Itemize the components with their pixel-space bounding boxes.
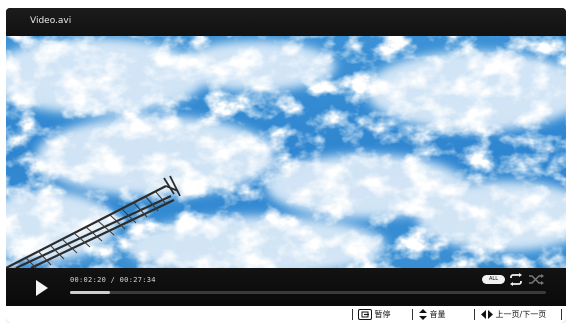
repeat-mode-badge[interactable]: ALL <box>482 275 505 284</box>
key-hint-bar: 暂停 音量 上一页/下一页 <box>6 306 566 323</box>
hint-separator <box>352 309 353 320</box>
video-frame <box>6 36 566 268</box>
seek-bar[interactable] <box>70 291 546 294</box>
current-time: 00:02:20 <box>70 276 107 284</box>
hint-separator <box>561 309 562 320</box>
video-viewport[interactable] <box>6 36 566 268</box>
video-player-window: Video.avi 00:02:20 / 00:27:34 ALL 暂停 音量 … <box>6 8 566 323</box>
title-bar: Video.avi <box>6 8 566 36</box>
hint-separator <box>412 309 413 320</box>
time-separator: / <box>110 276 116 284</box>
repeat-icon[interactable] <box>508 273 524 286</box>
left-right-arrows-icon <box>481 310 493 319</box>
time-display: 00:02:20 / 00:27:34 <box>70 276 156 284</box>
up-down-arrows-icon <box>419 309 427 320</box>
pause-key-icon <box>358 309 372 320</box>
pause-hint-label: 暂停 <box>374 310 391 319</box>
volume-hint: 音量 <box>419 308 446 321</box>
page-hint-label: 上一页/下一页 <box>495 310 547 319</box>
control-bar: 00:02:20 / 00:27:34 ALL <box>6 270 566 306</box>
play-icon[interactable] <box>32 279 50 297</box>
page-hint: 上一页/下一页 <box>481 308 546 321</box>
seek-bar-fill <box>70 291 111 294</box>
window-title: Video.avi <box>30 16 72 26</box>
shuffle-icon[interactable] <box>528 273 544 286</box>
pause-hint: 暂停 <box>358 308 391 321</box>
total-time: 00:27:34 <box>119 276 156 284</box>
hint-separator <box>474 309 475 320</box>
volume-hint-label: 音量 <box>429 310 446 319</box>
